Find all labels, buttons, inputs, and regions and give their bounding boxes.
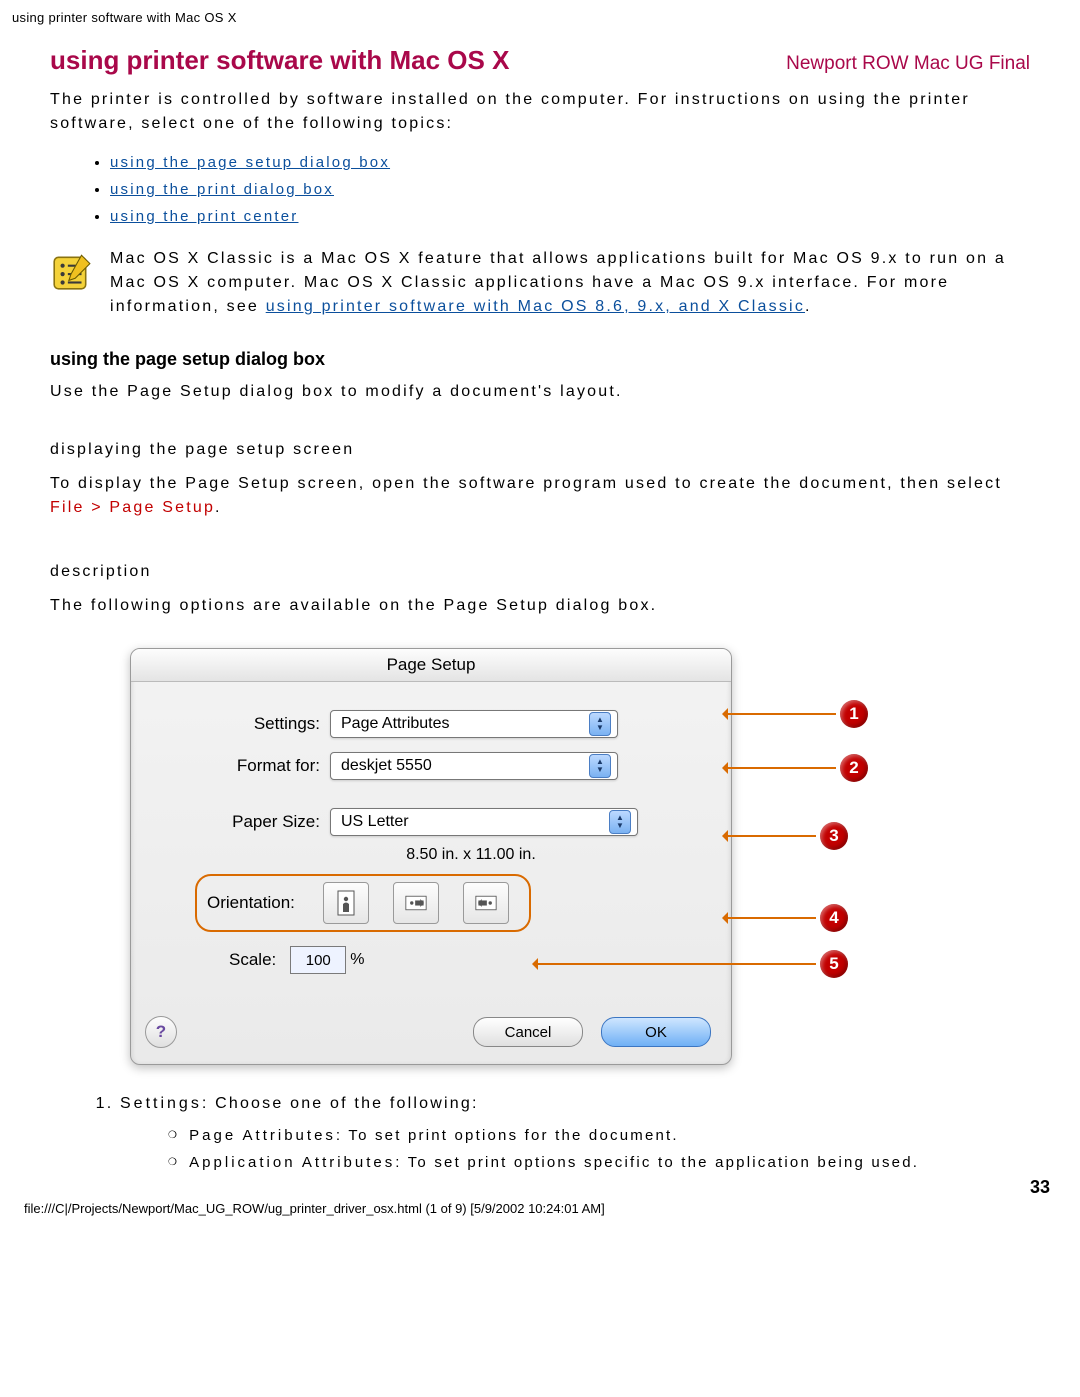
desc-sub-1: Page Attributes: To set print options fo… — [168, 1127, 1030, 1144]
scale-label: Scale: — [229, 950, 286, 970]
description-list: Settings: Choose one of the following: P… — [80, 1095, 1030, 1171]
footer-path: file:///C|/Projects/Newport/Mac_UG_ROW/u… — [24, 1201, 1030, 1216]
desc-item-1-term: Settings — [120, 1095, 202, 1112]
desc-item-1: Settings: Choose one of the following: P… — [120, 1095, 1030, 1171]
paper-dimensions: 8.50 in. x 11.00 in. — [235, 846, 707, 864]
note-row: Mac OS X Classic is a Mac OS X feature t… — [50, 247, 1030, 319]
note-text: Mac OS X Classic is a Mac OS X feature t… — [110, 247, 1030, 319]
desc-heading: description — [50, 560, 1030, 584]
format-label: Format for: — [155, 756, 330, 776]
display-pre: To display the Page Setup screen, open t… — [50, 475, 1002, 492]
ok-button[interactable]: OK — [601, 1017, 711, 1047]
settings-popup[interactable]: Page Attributes ▲▼ — [330, 710, 618, 738]
desc-sub-2: Application Attributes: To set print opt… — [168, 1154, 1030, 1171]
doc-tag: Newport ROW Mac UG Final — [786, 53, 1030, 75]
page-setup-dialog: Page Setup Settings: Page Attributes ▲▼ … — [130, 648, 732, 1065]
display-post: . — [215, 499, 222, 516]
header-row: using printer software with Mac OS X New… — [50, 45, 1030, 76]
paper-popup[interactable]: US Letter ▲▼ — [330, 808, 638, 836]
callout-5: 5 — [820, 950, 848, 978]
desc-intro: The following options are available on t… — [50, 594, 1030, 618]
callout-2: 2 — [840, 754, 868, 782]
sub-intro: Use the Page Setup dialog box to modify … — [50, 380, 1030, 404]
intro-text: The printer is controlled by software in… — [50, 88, 1030, 136]
format-value: deskjet 5550 — [341, 757, 432, 775]
link-print-center[interactable]: using the print center — [110, 208, 298, 225]
orientation-label: Orientation: — [207, 893, 299, 913]
link-print-dialog[interactable]: using the print dialog box — [110, 181, 334, 198]
page-setup-figure: Page Setup Settings: Page Attributes ▲▼ … — [130, 648, 1030, 1065]
settings-value: Page Attributes — [341, 715, 450, 733]
menu-path: File > Page Setup — [50, 499, 215, 516]
popup-arrows-icon: ▲▼ — [589, 754, 611, 778]
callout-1: 1 — [840, 700, 868, 728]
orientation-landscape-right-button[interactable] — [463, 882, 509, 924]
note-icon — [50, 251, 92, 293]
display-heading: displaying the page setup screen — [50, 438, 1030, 462]
subheading-page-setup: using the page setup dialog box — [50, 349, 1030, 370]
note-suffix: . — [805, 298, 812, 315]
topic-links: using the page setup dialog box using th… — [110, 154, 1030, 225]
orientation-landscape-left-button[interactable] — [393, 882, 439, 924]
settings-label: Settings: — [155, 714, 330, 734]
scale-suffix: % — [350, 951, 364, 969]
scale-input[interactable] — [290, 946, 346, 974]
page-number: 33 — [1030, 1177, 1050, 1198]
paper-value: US Letter — [341, 813, 409, 831]
callouts: 1 2 3 4 5 — [726, 648, 868, 978]
orientation-portrait-button[interactable] — [323, 882, 369, 924]
callout-3: 3 — [820, 822, 848, 850]
help-button[interactable]: ? — [145, 1016, 177, 1048]
desc-item-1-text: : Choose one of the following: — [202, 1095, 479, 1112]
link-page-setup[interactable]: using the page setup dialog box — [110, 154, 390, 171]
paper-label: Paper Size: — [155, 812, 330, 832]
popup-arrows-icon: ▲▼ — [609, 810, 631, 834]
cancel-button[interactable]: Cancel — [473, 1017, 583, 1047]
header-path: using printer software with Mac OS X — [12, 10, 1030, 25]
display-text: To display the Page Setup screen, open t… — [50, 472, 1030, 520]
note-link[interactable]: using printer software with Mac OS 8.6, … — [266, 298, 805, 315]
page-title: using printer software with Mac OS X — [50, 45, 509, 76]
popup-arrows-icon: ▲▼ — [589, 712, 611, 736]
orientation-group: Orientation: — [195, 874, 531, 932]
format-popup[interactable]: deskjet 5550 ▲▼ — [330, 752, 618, 780]
callout-4: 4 — [820, 904, 848, 932]
dialog-title: Page Setup — [131, 649, 731, 682]
